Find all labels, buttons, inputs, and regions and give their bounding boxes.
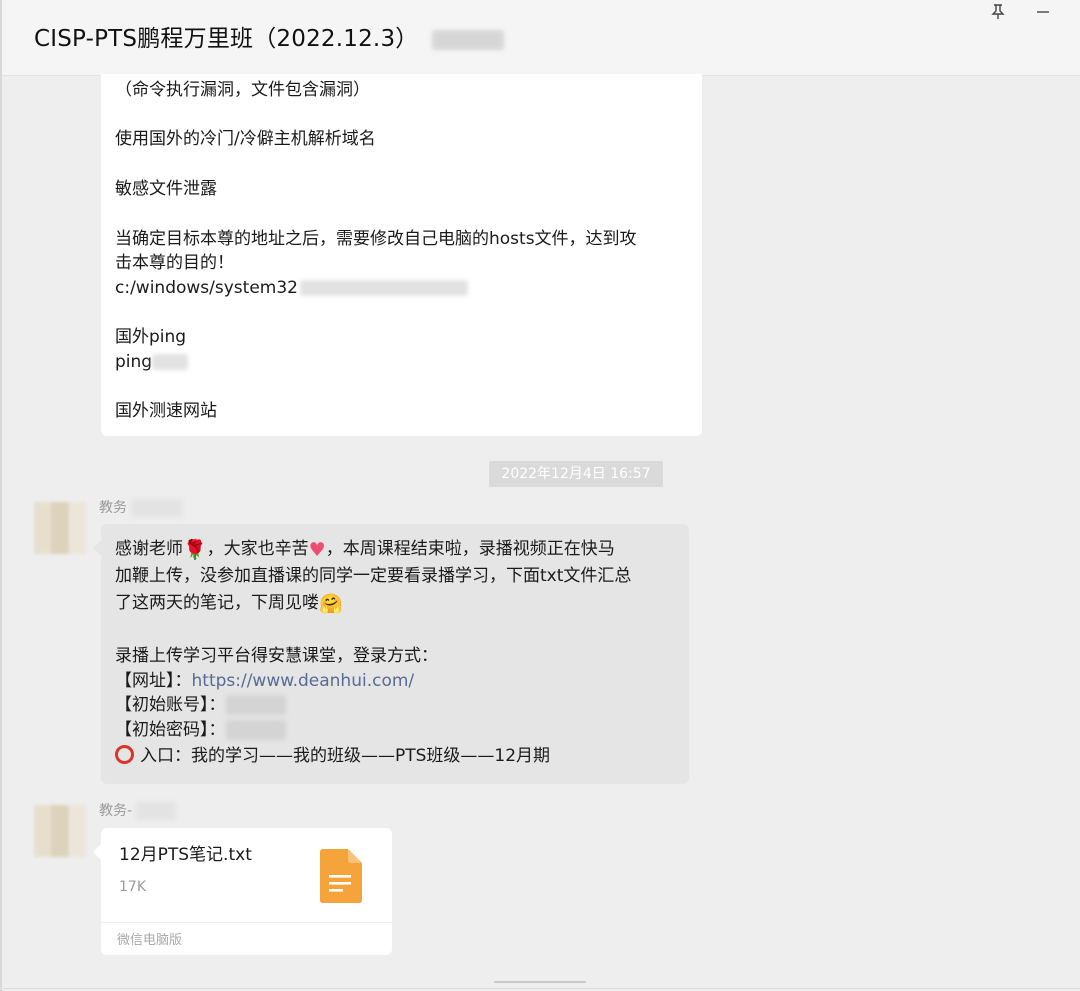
path-text: c:/windows/system32	[115, 278, 298, 298]
message-line: （命令执行漏洞，文件包含漏洞）	[115, 80, 370, 100]
message-line: 录播上传学习平台得安慧课堂，登录方式：	[115, 646, 438, 666]
avatar[interactable]	[34, 502, 86, 554]
minimize-icon-svg	[1037, 11, 1049, 13]
redacted-title-part	[432, 29, 505, 50]
file-name: 12月PTS笔记.txt	[119, 845, 252, 865]
sender-name-text: 教务	[99, 500, 127, 516]
message-line: 了这两天的笔记，下周见喽🤗	[115, 591, 343, 617]
message-line: 国外ping	[115, 327, 187, 347]
minimize-icon[interactable]	[1029, 4, 1057, 24]
password-label: 【初始密码】：	[115, 720, 226, 740]
url-label: 【网址】：	[115, 671, 192, 691]
chat-title: CISP-PTS鹏程万里班（2022.12.3）	[34, 19, 505, 53]
file-size: 17K	[119, 879, 146, 895]
message-bubble-announcement[interactable]: 感谢老师🌹，大家也辛苦♥，本周课程结束啦，录播视频正在快马 加鞭上传，没参加直播…	[93, 524, 689, 784]
window-left-border	[0, 76, 2, 991]
title-bar: CISP-PTS鹏程万里班（2022.12.3）	[0, 0, 1080, 76]
heart-icon: ♥	[308, 539, 326, 561]
url-link[interactable]: https://www.deanhui.com/	[192, 671, 415, 691]
redacted-password	[225, 720, 286, 740]
hug-emoji-icon: 🤗	[319, 593, 343, 615]
message-line: 【网址】：https://www.deanhui.com/	[115, 669, 414, 694]
circle-icon	[115, 745, 134, 764]
card-divider	[101, 922, 392, 923]
pin-icon[interactable]	[984, 4, 1012, 24]
message-line: 国外测速网站	[115, 401, 217, 421]
pin-icon-svg	[991, 4, 1005, 19]
sender-name-text: 教务-	[99, 803, 133, 819]
redacted-account	[225, 695, 286, 715]
file-message-card[interactable]: 12月PTS笔记.txt 17K 微信电脑版	[93, 828, 392, 955]
message-bubble-notes[interactable]: （命令执行漏洞，文件包含漏洞） 使用国外的冷门/冷僻主机解析域名 敏感文件泄露 …	[101, 74, 702, 436]
ping-text: ping	[115, 352, 153, 372]
message-line: 【初始密码】：	[115, 718, 286, 743]
message-line: c:/windows/system32	[115, 276, 468, 301]
redacted-sender	[131, 499, 183, 517]
file-source-label: 微信电脑版	[117, 933, 183, 948]
message-line: 敏感文件泄露	[115, 179, 217, 199]
message-line: 击本尊的目的！	[115, 253, 234, 273]
message-line: 入口：我的学习——我的班级——PTS班级——12月期	[115, 744, 550, 769]
rose-icon: 🌹	[183, 539, 207, 561]
avatar[interactable]	[34, 805, 86, 857]
input-area-divider	[0, 988, 1080, 989]
message-line: 加鞭上传，没参加直播课的同学一定要看录播学习，下面txt文件汇总	[115, 566, 632, 586]
message-line: 使用国外的冷门/冷僻主机解析域名	[115, 129, 376, 149]
account-label: 【初始账号】：	[115, 695, 226, 715]
message-line: ping	[115, 350, 189, 375]
message-text: 感谢老师	[115, 539, 183, 559]
chat-title-text: CISP-PTS鹏程万里班（2022.12.3）	[34, 26, 419, 52]
message-text: 了这两天的笔记，下周见喽	[115, 593, 319, 613]
redacted-ping-target	[152, 354, 189, 370]
message-text: ，本周课程结束啦，录播视频正在快马	[325, 539, 615, 559]
redacted-sender	[136, 802, 177, 820]
message-line: 感谢老师🌹，大家也辛苦♥，本周课程结束啦，录播视频正在快马	[115, 537, 615, 563]
message-line: 当确定目标本尊的地址之后，需要修改自己电脑的hosts文件，达到攻	[115, 229, 637, 249]
document-file-icon	[320, 849, 362, 903]
message-text: ，大家也辛苦	[206, 539, 309, 559]
sender-name: 教务	[99, 497, 183, 517]
scroll-indicator[interactable]	[494, 981, 586, 983]
message-line: 【初始账号】：	[115, 693, 286, 718]
redacted-path	[299, 280, 468, 296]
sender-name: 教务-	[99, 800, 177, 820]
message-timestamp: 2022年12月4日 16:57	[489, 461, 663, 487]
entry-path-text: 入口：我的学习——我的班级——PTS班级——12月期	[140, 746, 551, 766]
